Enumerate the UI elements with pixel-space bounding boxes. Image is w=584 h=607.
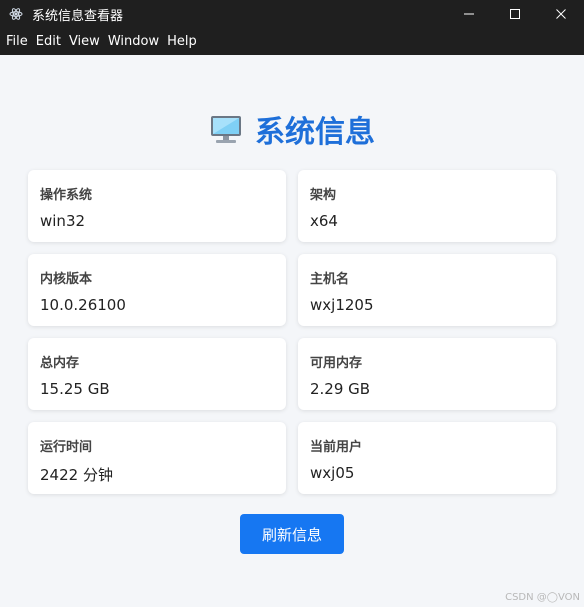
info-card-free-memory: 可用内存 2.29 GB xyxy=(298,338,556,410)
card-value: wxj1205 xyxy=(310,296,374,314)
window-title: 系统信息查看器 xyxy=(32,8,124,24)
computer-monitor-icon xyxy=(209,112,243,146)
info-card-kernel: 内核版本 10.0.26100 xyxy=(28,254,286,326)
title-bar: 系统信息查看器 xyxy=(0,0,584,28)
page-title: 系统信息 xyxy=(255,115,375,150)
watermark: CSDN @◯VON xyxy=(505,592,580,603)
card-label: 主机名 xyxy=(310,272,350,287)
menu-help[interactable]: Help xyxy=(163,34,201,49)
window-controls xyxy=(446,0,584,28)
card-label: 运行时间 xyxy=(40,440,93,455)
card-value: 15.25 GB xyxy=(40,380,110,398)
info-card-current-user: 当前用户 wxj05 xyxy=(298,422,556,494)
card-label: 操作系统 xyxy=(40,188,93,203)
electron-app-icon xyxy=(8,6,24,22)
maximize-button[interactable] xyxy=(492,0,538,28)
menu-edit[interactable]: Edit xyxy=(32,34,65,49)
card-label: 当前用户 xyxy=(310,440,363,455)
card-value: win32 xyxy=(40,212,86,230)
menu-bar: File Edit View Window Help xyxy=(0,28,584,55)
card-value: 10.0.26100 xyxy=(40,296,126,314)
page-heading: 系统信息 xyxy=(0,107,584,151)
main-content: 系统信息 操作系统 win32 架构 x64 内核版本 10.0.26100 主… xyxy=(0,55,584,607)
card-label: 架构 xyxy=(310,188,337,203)
info-card-hostname: 主机名 wxj1205 xyxy=(298,254,556,326)
menu-view[interactable]: View xyxy=(65,34,104,49)
menu-file[interactable]: File xyxy=(2,34,32,49)
refresh-button[interactable]: 刷新信息 xyxy=(240,514,344,554)
card-value: wxj05 xyxy=(310,464,355,482)
card-label: 内核版本 xyxy=(40,272,93,287)
card-value: 2.29 GB xyxy=(310,380,371,398)
minimize-button[interactable] xyxy=(446,0,492,28)
info-card-arch: 架构 x64 xyxy=(298,170,556,242)
info-card-total-memory: 总内存 15.25 GB xyxy=(28,338,286,410)
close-button[interactable] xyxy=(538,0,584,28)
card-value: 2422 分钟 xyxy=(40,466,113,484)
card-value: x64 xyxy=(310,212,338,230)
menu-window[interactable]: Window xyxy=(104,34,163,49)
info-card-uptime: 运行时间 2422 分钟 xyxy=(28,422,286,494)
card-label: 总内存 xyxy=(40,356,80,371)
card-label: 可用内存 xyxy=(310,356,363,371)
info-card-os: 操作系统 win32 xyxy=(28,170,286,242)
